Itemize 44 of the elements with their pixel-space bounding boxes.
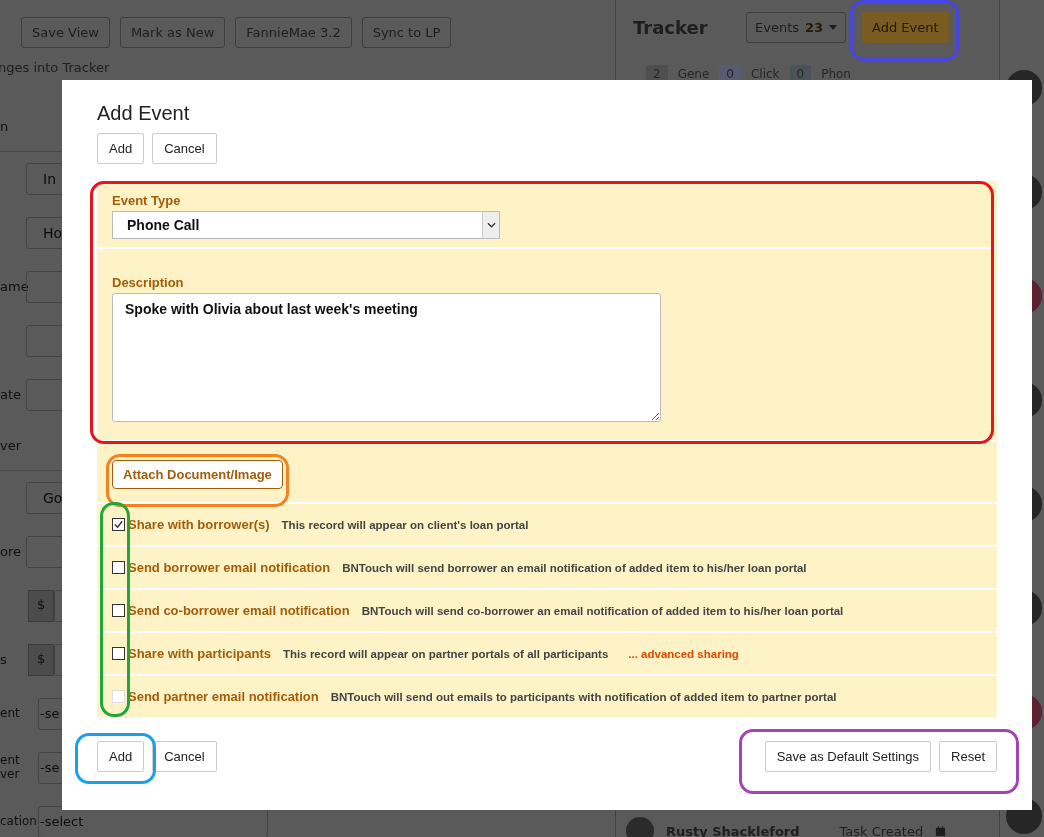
currency-addon: $ <box>28 644 54 676</box>
checkbox[interactable] <box>112 604 125 617</box>
dialog-button[interactable]: Cancel <box>152 741 217 772</box>
currency-addon: $ <box>28 590 54 622</box>
option-label: Send borrower email notification <box>128 560 331 575</box>
add-event-button[interactable]: Add Event <box>862 12 949 43</box>
field-label: ore <box>0 543 21 559</box>
field-label: ent ver <box>0 753 20 781</box>
calendar-icon <box>935 825 947 837</box>
dialog-button[interactable]: Cancel <box>152 133 217 164</box>
status-text: Task Created <box>839 823 924 837</box>
caret-icon <box>829 25 838 30</box>
option-description: BNTouch will send co-borrower an email notification of added item to his/her loan portal <box>361 604 844 617</box>
advanced-sharing-link[interactable]: ... advanced sharing <box>628 647 739 660</box>
option-description: This record will appear on client's loan portal <box>281 518 529 531</box>
description-field[interactable]: Spoke with Olivia about last week's meeting <box>112 293 661 422</box>
field-label: ate <box>0 386 22 402</box>
option-label: Send partner email notification <box>128 689 319 704</box>
dialog-button[interactable]: Save as Default Settings <box>764 741 932 772</box>
option-description: BNTouch will send borrower an email notification of added item to his/her loan portal <box>342 561 807 574</box>
dialog-title: Add Event <box>97 102 191 125</box>
section-heading: ver <box>0 437 22 453</box>
panel-title: Tracker <box>633 17 709 38</box>
option-description: BNTouch will send out emails to participants with notification of added item to partner portal <box>330 690 837 703</box>
field-label: ent <box>0 706 20 721</box>
field-label: cation <box>0 814 37 829</box>
dialog-button[interactable]: Add <box>97 133 145 164</box>
option-label: Share with participants <box>128 646 272 661</box>
dialog-button[interactable]: Reset <box>939 741 997 772</box>
checkbox[interactable] <box>112 561 125 574</box>
field-label: Event Type <box>112 193 182 208</box>
option-description: This record will appear on partner portals of all participants <box>283 647 609 660</box>
section-heading: n <box>0 118 9 134</box>
notice-text: nges into Tracker <box>0 60 111 75</box>
event-type-dropdown[interactable]: Phone Call <box>112 211 500 239</box>
option-label: Send co-borrower email notification <box>128 603 350 618</box>
field-label: s <box>0 651 7 667</box>
checkbox[interactable] <box>112 518 125 531</box>
option-label: Share with borrower(s) <box>128 517 270 532</box>
field-label: Description <box>112 275 185 290</box>
avatar <box>626 817 654 837</box>
attach-button[interactable]: Attach Document/Image <box>112 460 283 489</box>
checkbox[interactable] <box>112 647 125 660</box>
dialog-button[interactable]: Add <box>97 741 145 772</box>
